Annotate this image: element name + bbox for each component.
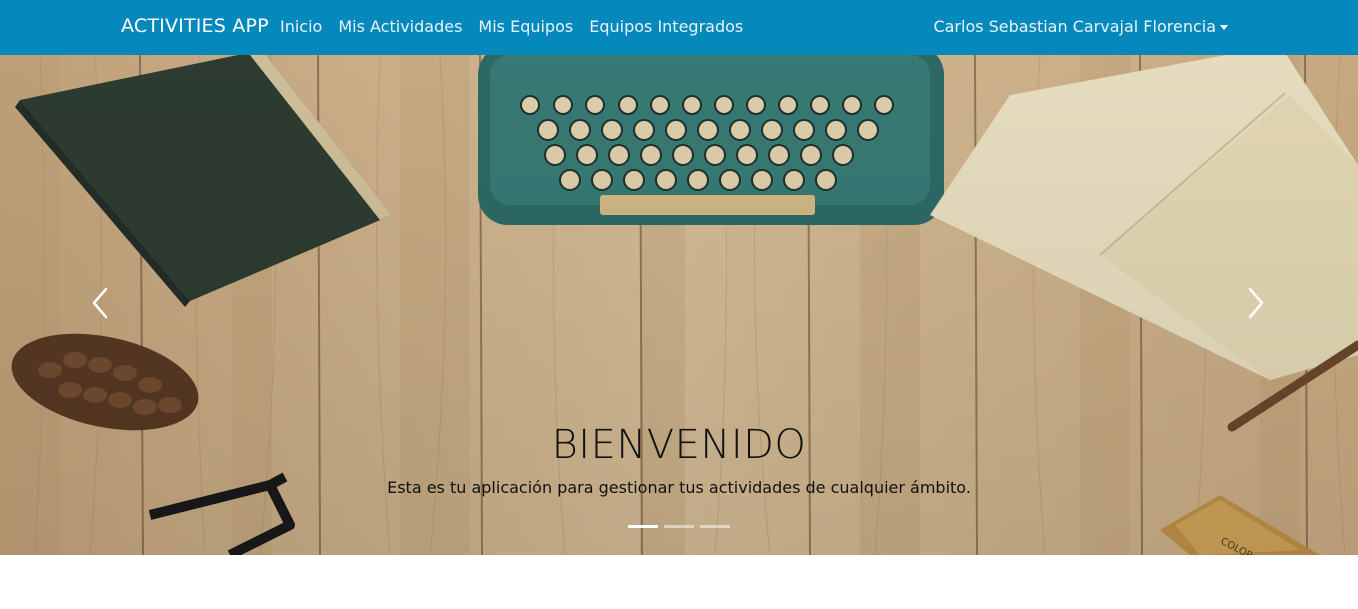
user-name: Carlos Sebastian Carvajal Florencia	[933, 17, 1216, 36]
nav-link-inicio[interactable]: Inicio	[280, 17, 322, 36]
carousel-next-button[interactable]	[1236, 280, 1276, 330]
chevron-left-icon	[90, 286, 110, 324]
nav-link-mis-actividades[interactable]: Mis Actividades	[338, 17, 462, 36]
carousel-prev-button[interactable]	[80, 280, 120, 330]
user-dropdown[interactable]: Carlos Sebastian Carvajal Florencia	[933, 17, 1228, 36]
nav-links: Inicio Mis Actividades Mis Equipos Equip…	[280, 17, 743, 36]
chevron-right-icon	[1246, 286, 1266, 324]
caret-down-icon	[1220, 25, 1228, 30]
nav-link-equipos-integrados[interactable]: Equipos Integrados	[589, 17, 743, 36]
caption-title: BIENVENIDO	[551, 422, 807, 468]
nav-link-mis-equipos[interactable]: Mis Equipos	[478, 17, 573, 36]
caption-text: Esta es tu aplicación para gestionar tus…	[387, 478, 971, 497]
carousel-indicator-2[interactable]	[664, 525, 694, 528]
top-navbar: ACTIVITIES APP Inicio Mis Actividades Mi…	[0, 0, 1358, 55]
hero-carousel: COLOR BIENVENIDO Esta es tu aplicación p…	[0, 55, 1358, 555]
carousel-caption: BIENVENIDO Esta es tu aplicación para ge…	[0, 418, 1358, 497]
brand-link[interactable]: ACTIVITIES APP	[121, 15, 269, 37]
carousel-indicators	[628, 525, 730, 528]
carousel-indicator-3[interactable]	[700, 525, 730, 528]
carousel-indicator-1[interactable]	[628, 525, 658, 528]
